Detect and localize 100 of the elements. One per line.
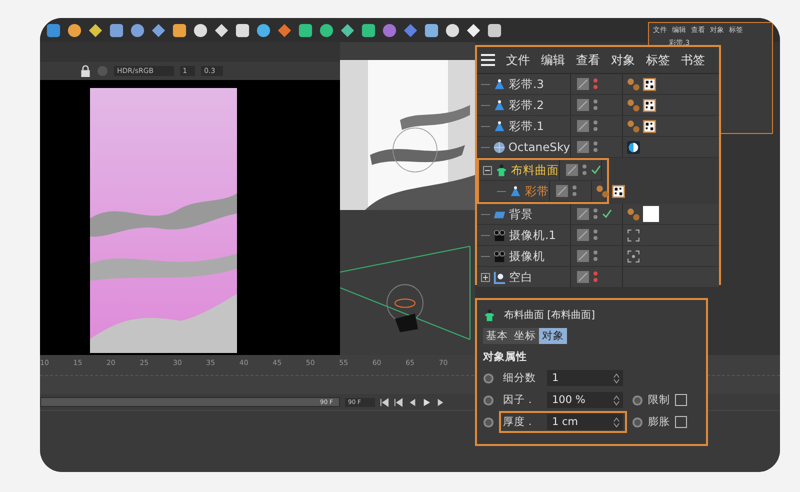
keyframe-radio-icon[interactable] — [483, 394, 494, 406]
play-icon[interactable] — [422, 398, 431, 406]
tab[interactable]: 对象 — [539, 328, 567, 344]
previous-key-icon[interactable] — [394, 398, 403, 406]
dotted-square-icon[interactable] — [627, 250, 640, 262]
toolbar-tool-icon[interactable] — [361, 22, 376, 38]
toolbar-tool-icon[interactable] — [172, 22, 187, 38]
tab[interactable]: 坐标 — [511, 328, 539, 344]
material-balls-icon[interactable] — [627, 208, 640, 220]
visibility-dots-icon[interactable] — [593, 78, 598, 90]
menu-item[interactable]: 书签 — [681, 52, 705, 68]
object-name[interactable]: 摄像机 — [509, 248, 545, 264]
menu-icon[interactable] — [481, 54, 495, 66]
visibility-dots-icon[interactable] — [593, 208, 598, 220]
field-label: 厚度 . — [503, 415, 533, 429]
cone-icon — [509, 184, 522, 198]
previous-frame-icon[interactable] — [408, 398, 417, 406]
object-name[interactable]: 彩带 — [525, 184, 549, 198]
lock-icon[interactable] — [80, 65, 91, 77]
checkbox[interactable] — [675, 394, 687, 406]
visibility-dots-icon[interactable] — [593, 141, 598, 153]
number-input-field[interactable]: 100 % — [547, 392, 623, 408]
option-label: 膨胀 — [648, 415, 670, 429]
edit-toggle-icon[interactable] — [577, 271, 589, 283]
toolbar-tool-icon[interactable] — [214, 22, 229, 38]
keyframe-radio-icon[interactable] — [632, 394, 643, 406]
toolbar-tool-icon[interactable] — [256, 22, 271, 38]
checker-tag-icon[interactable] — [643, 78, 656, 90]
toolbar-tool-icon[interactable] — [487, 22, 502, 38]
checker-tag-icon[interactable] — [643, 120, 656, 132]
toolbar-tool-icon[interactable] — [193, 22, 208, 38]
toolbar-tool-icon[interactable] — [340, 22, 355, 38]
visibility-dots-icon[interactable] — [593, 229, 598, 241]
edit-toggle-icon[interactable] — [556, 185, 568, 197]
edit-toggle-icon[interactable] — [577, 229, 589, 241]
camera-icon — [493, 228, 506, 242]
check-icon[interactable] — [591, 165, 601, 175]
toolbar-tool-icon[interactable] — [67, 22, 82, 38]
visibility-dots-icon[interactable] — [572, 185, 577, 197]
edit-toggle-icon[interactable] — [566, 164, 578, 176]
toolbar-tool-icon[interactable] — [235, 22, 250, 38]
visibility-dots-icon[interactable] — [593, 99, 598, 111]
spinner-arrows-icon[interactable] — [613, 372, 620, 384]
toolbar-tool-icon[interactable] — [130, 22, 145, 38]
field-label: 因子 . — [503, 393, 533, 407]
camera-icon — [493, 250, 506, 262]
edit-toggle-icon[interactable] — [577, 78, 589, 90]
toolbar-tool-icon[interactable] — [88, 22, 103, 38]
visibility-dots-icon[interactable] — [593, 250, 598, 262]
visibility-dots-icon[interactable] — [593, 271, 598, 283]
toolbar-tool-icon[interactable] — [298, 22, 313, 38]
material-balls-icon[interactable] — [596, 184, 609, 198]
keyframe-radio-icon[interactable] — [483, 416, 494, 428]
number-input-field[interactable]: 1 cm — [547, 414, 623, 430]
spinner-arrows-icon[interactable] — [613, 416, 620, 428]
object-name[interactable]: 彩带.1 — [509, 118, 544, 134]
toolbar-tool-icon[interactable] — [151, 22, 166, 38]
object-name[interactable]: 摄像机.1 — [509, 228, 556, 242]
menu-item[interactable]: 标签 — [646, 52, 670, 68]
edit-toggle-icon[interactable] — [577, 208, 589, 220]
half-circle-tag-icon[interactable] — [627, 140, 640, 154]
check-icon[interactable] — [602, 209, 612, 219]
object-name[interactable]: 空白 — [509, 270, 533, 284]
option-label: 限制 — [648, 393, 670, 407]
field-label: 细分数 — [503, 371, 537, 385]
menu-item[interactable]: 编辑 — [541, 52, 565, 68]
object-name[interactable]: 彩带.2 — [509, 98, 544, 112]
tab[interactable]: 基本 — [483, 328, 511, 344]
checker-tag-icon[interactable] — [612, 184, 625, 198]
toolbar-tool-icon[interactable] — [445, 22, 460, 38]
expand-icon[interactable] — [481, 272, 490, 282]
next-frame-icon[interactable] — [436, 398, 445, 406]
number-input-field[interactable]: 1 — [547, 370, 623, 386]
edit-toggle-icon[interactable] — [577, 120, 589, 132]
keyframe-radio-icon[interactable] — [632, 416, 643, 428]
visibility-dots-icon[interactable] — [582, 164, 587, 176]
menu-item[interactable]: 查看 — [576, 52, 600, 68]
edit-toggle-icon[interactable] — [577, 99, 589, 111]
object-name[interactable]: 彩带.3 — [509, 76, 544, 92]
object-name[interactable]: 背景 — [509, 206, 533, 222]
toolbar-tool-icon[interactable] — [109, 22, 124, 38]
checker-tag-icon[interactable] — [643, 98, 656, 112]
edit-toggle-icon[interactable] — [577, 141, 589, 153]
menu-item[interactable]: 文件 — [506, 52, 530, 68]
shirt-icon — [483, 308, 496, 322]
collapse-icon[interactable] — [483, 166, 492, 174]
spinner-arrows-icon[interactable] — [613, 394, 620, 406]
toolbar-tool-icon[interactable] — [424, 22, 439, 38]
toolbar-tool-icon[interactable] — [319, 22, 334, 38]
object-name[interactable]: OctaneSky — [508, 140, 570, 154]
menu-item[interactable]: 对象 — [611, 52, 635, 68]
toolbar-tool-icon[interactable] — [466, 22, 481, 38]
object-title: 布料曲面 [布料曲面] — [504, 308, 595, 322]
edit-toggle-icon[interactable] — [577, 250, 589, 262]
keyframe-radio-icon[interactable] — [483, 372, 494, 384]
section-heading: 对象属性 — [483, 350, 528, 364]
visibility-dots-icon[interactable] — [593, 120, 598, 132]
cone-icon — [493, 98, 506, 112]
go-to-start-icon[interactable] — [380, 398, 389, 406]
checkbox[interactable] — [675, 416, 687, 428]
